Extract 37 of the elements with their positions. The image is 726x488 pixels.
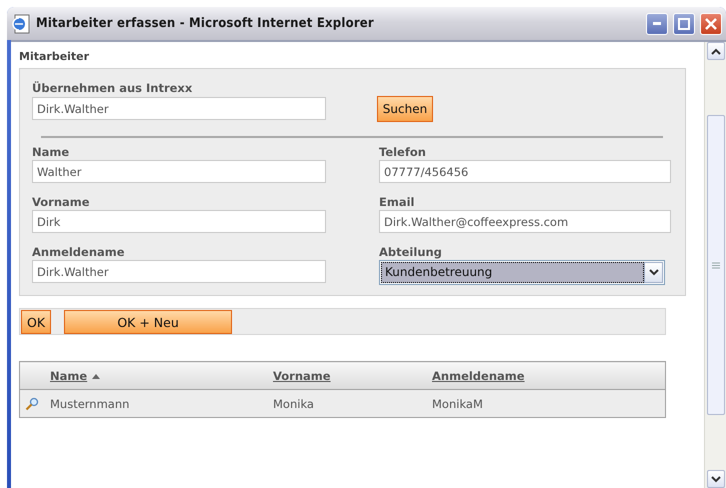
input-field[interactable]: 07777/456456 [379,160,671,183]
field-label: Vorname [32,195,91,209]
table-cell: Musternmann [50,396,130,410]
field-label: Anmeldename [32,245,126,259]
field-label: Email [379,195,416,209]
column-header[interactable]: Vorname [273,368,331,382]
search-button[interactable]: Suchen [377,96,433,122]
input-field[interactable]: Dirk.Walther@coffeexpress.com [379,210,671,233]
window-title: Mitarbeiter erfassen - Microsoft Internet Explorer [36,16,375,31]
chevron-down-icon [648,269,658,276]
grip-icon [712,262,720,268]
minimize-button[interactable] [646,12,668,34]
maximize-button[interactable] [673,12,695,34]
sort-ascending-icon[interactable] [90,372,102,380]
dropdown-field[interactable]: Kundenbetreuung [379,260,665,285]
input-field[interactable]: Dirk.Walther [32,260,326,283]
field-label: Abteilung [379,245,443,259]
input-field[interactable]: Walther [32,160,326,183]
minimize-icon [653,22,661,25]
field-label: Name [32,145,70,159]
ok-new-button[interactable]: OK + Neu [64,310,232,334]
browser-icon [11,14,31,34]
ok-button[interactable]: OK [21,310,52,334]
column-header[interactable]: Name [50,368,88,382]
table-cell: Monika [273,396,314,410]
maximize-icon [678,18,690,30]
input-field[interactable]: Dirk [32,210,326,233]
section-title: Mitarbeiter [19,49,90,65]
field-label: Telefon [379,145,427,159]
close-button[interactable] [700,12,722,34]
column-header[interactable]: Anmeldename [432,368,525,382]
scrollbar[interactable] [704,42,726,488]
magnifier-icon[interactable] [25,396,39,410]
close-icon [705,18,717,30]
table-cell: MonikaM [432,396,483,410]
input-field[interactable]: Dirk.Walther [32,97,326,120]
field-label: Übernehmen aus Intrexx [32,81,194,95]
